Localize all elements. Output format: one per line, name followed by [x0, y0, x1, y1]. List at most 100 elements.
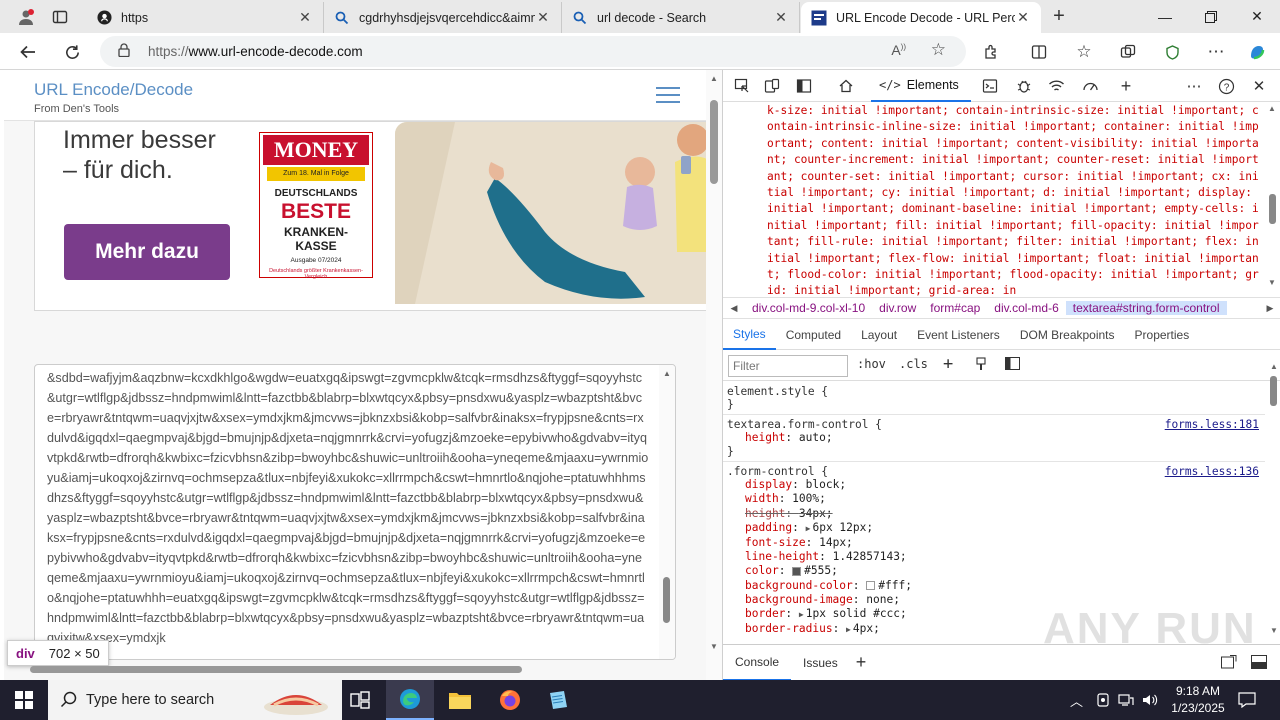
more-options-icon[interactable]: ⋯: [1202, 38, 1230, 66]
css-declaration[interactable]: color: #555;: [727, 564, 1265, 578]
advertisement-banner[interactable]: Immer besser – für dich. Mehr dazu MONEY…: [34, 121, 708, 311]
toggle-sidebar-icon[interactable]: [1005, 357, 1020, 373]
inspect-element-icon[interactable]: [731, 76, 753, 96]
styles-scroll-thumb[interactable]: [1270, 376, 1277, 406]
css-declaration[interactable]: display: block;: [727, 478, 1265, 492]
new-rule-plus-icon[interactable]: +: [943, 354, 953, 374]
tab-github[interactable]: https ✕: [86, 2, 324, 33]
css-declaration[interactable]: padding: ▶ 6px 12px;: [727, 521, 1265, 536]
new-tab-icon[interactable]: +: [1046, 4, 1072, 30]
css-declaration[interactable]: font-size: 14px;: [727, 536, 1265, 550]
refresh-icon[interactable]: [58, 38, 86, 66]
dock-drawer-icon[interactable]: [1251, 655, 1267, 672]
split-screen-icon[interactable]: [1025, 38, 1053, 66]
color-swatch[interactable]: [866, 581, 876, 591]
undock-drawer-icon[interactable]: [1221, 655, 1237, 672]
menu-hamburger-icon[interactable]: [656, 87, 680, 104]
notepad-app-icon[interactable]: [534, 680, 582, 720]
favorites-icon[interactable]: ☆: [1070, 38, 1098, 66]
scroll-up-icon[interactable]: ▲: [1268, 104, 1276, 113]
console-panel-icon[interactable]: [979, 76, 1001, 96]
dock-side-icon[interactable]: [793, 76, 815, 96]
expand-triangle-icon[interactable]: ▶: [846, 625, 851, 634]
breadcrumb-item[interactable]: div.row: [872, 301, 923, 315]
tray-app-icon[interactable]: [1096, 680, 1110, 720]
taskbar-search-box[interactable]: Type here to search: [48, 680, 342, 720]
subtab-event-listeners[interactable]: Event Listeners: [907, 320, 1010, 350]
firefox-icon[interactable]: [486, 680, 534, 720]
subtab-properties[interactable]: Properties: [1125, 320, 1200, 350]
task-view-icon[interactable]: [336, 680, 384, 720]
tab-url-encode-decode[interactable]: URL Encode Decode - URL Percent ✕: [801, 2, 1041, 33]
drawer-tab-issues[interactable]: Issues: [791, 645, 850, 681]
color-swatch[interactable]: [792, 566, 802, 576]
copilot-icon[interactable]: [1243, 38, 1271, 66]
tab-elements[interactable]: </> Elements: [871, 70, 971, 102]
extensions-icon[interactable]: [977, 38, 1005, 66]
css-rule-textarea[interactable]: textarea.form-control { forms.less:181 h…: [723, 415, 1265, 463]
notifications-icon[interactable]: [1238, 680, 1256, 720]
breadcrumb-item[interactable]: form#cap: [923, 301, 987, 315]
class-toggle[interactable]: .cls: [899, 357, 928, 371]
css-declaration-overridden[interactable]: height: 34px;: [727, 507, 1265, 521]
drawer-tab-console[interactable]: Console: [723, 645, 792, 681]
styles-scrollbar[interactable]: ▲ ▼: [1265, 360, 1280, 640]
css-declaration[interactable]: width: 100%;: [727, 492, 1265, 506]
scroll-down-icon[interactable]: ▼: [1270, 626, 1278, 635]
css-declaration[interactable]: line-height: 1.42857143;: [727, 550, 1265, 564]
textarea-scroll-thumb[interactable]: [663, 577, 670, 623]
textarea-scrollbar[interactable]: ▲: [659, 365, 675, 659]
drawer-add-plus-icon[interactable]: +: [850, 652, 873, 673]
taskbar-clock[interactable]: 9:18 AM 1/23/2025: [1160, 683, 1236, 717]
close-window-icon[interactable]: ✕: [1234, 0, 1280, 33]
breadcrumb-right-icon[interactable]: ▶: [1259, 303, 1280, 314]
tab-search-query[interactable]: cgdrhyhsdjejsvqercehdicc&aimn ✕: [324, 2, 562, 33]
scroll-up-icon[interactable]: ▲: [710, 74, 718, 83]
element-css-text[interactable]: k-size: initial !important; contain-intr…: [723, 102, 1263, 298]
network-tray-icon[interactable]: [1118, 680, 1134, 720]
page-vscroll-thumb[interactable]: [710, 100, 718, 184]
lock-icon[interactable]: [118, 43, 134, 60]
css-declaration[interactable]: background-color: #fff;: [727, 579, 1265, 593]
paint-brush-icon[interactable]: [975, 357, 987, 374]
file-explorer-icon[interactable]: [436, 680, 484, 720]
welcome-home-icon[interactable]: [835, 76, 857, 96]
performance-icon[interactable]: [1079, 76, 1101, 96]
network-wifi-icon[interactable]: [1045, 76, 1067, 96]
ad-more-button[interactable]: Mehr dazu: [64, 224, 230, 280]
read-aloud-icon[interactable]: A)): [891, 42, 906, 58]
subtab-styles[interactable]: Styles: [723, 320, 776, 350]
edge-taskbar-icon[interactable]: [386, 680, 434, 720]
site-title[interactable]: URL Encode/Decode: [34, 80, 193, 100]
volume-tray-icon[interactable]: [1142, 680, 1158, 720]
subtab-dom-breakpoints[interactable]: DOM Breakpoints: [1010, 320, 1125, 350]
minimize-icon[interactable]: —: [1142, 0, 1188, 33]
address-bar[interactable]: https://www.url-encode-decode.com A)) ☆: [100, 36, 966, 67]
help-icon[interactable]: ?: [1215, 76, 1237, 96]
browser-essentials-icon[interactable]: [1158, 38, 1186, 66]
breadcrumb-item-selected[interactable]: textarea#string.form-control: [1065, 301, 1227, 315]
collections-icon[interactable]: [1114, 38, 1142, 66]
tab-actions-icon[interactable]: [40, 0, 80, 33]
scroll-down-icon[interactable]: ▼: [710, 642, 718, 651]
page-hscroll-thumb[interactable]: [30, 666, 522, 673]
subtab-computed[interactable]: Computed: [776, 320, 851, 350]
devtools-more-icon[interactable]: ⋯: [1183, 76, 1205, 96]
favorite-star-icon[interactable]: ☆: [931, 40, 946, 60]
input-textarea[interactable]: &sdbd=wafjyjm&aqzbnw=kcxdkhlgo&wgdw=euat…: [34, 364, 676, 660]
close-devtools-icon[interactable]: ✕: [1248, 76, 1270, 96]
device-toolbar-icon[interactable]: [761, 76, 783, 96]
scroll-down-icon[interactable]: ▼: [1268, 278, 1276, 287]
windows-start-icon[interactable]: [0, 680, 48, 720]
subtab-layout[interactable]: Layout: [851, 320, 907, 350]
bug-icon[interactable]: [1013, 76, 1035, 96]
breadcrumb-item[interactable]: div.col-md-6: [987, 301, 1065, 315]
scroll-up-icon[interactable]: ▲: [1270, 362, 1278, 371]
expand-triangle-icon[interactable]: ▶: [799, 610, 804, 619]
close-tab-icon[interactable]: ✕: [535, 9, 551, 26]
tab-url-decode-search[interactable]: url decode - Search ✕: [562, 2, 800, 33]
styles-filter-input[interactable]: Filter: [728, 355, 848, 377]
close-tab-icon[interactable]: ✕: [1015, 9, 1031, 26]
rule-source-link[interactable]: forms.less:181: [1165, 418, 1259, 431]
element-style-rule[interactable]: element.style { }: [723, 382, 1265, 415]
